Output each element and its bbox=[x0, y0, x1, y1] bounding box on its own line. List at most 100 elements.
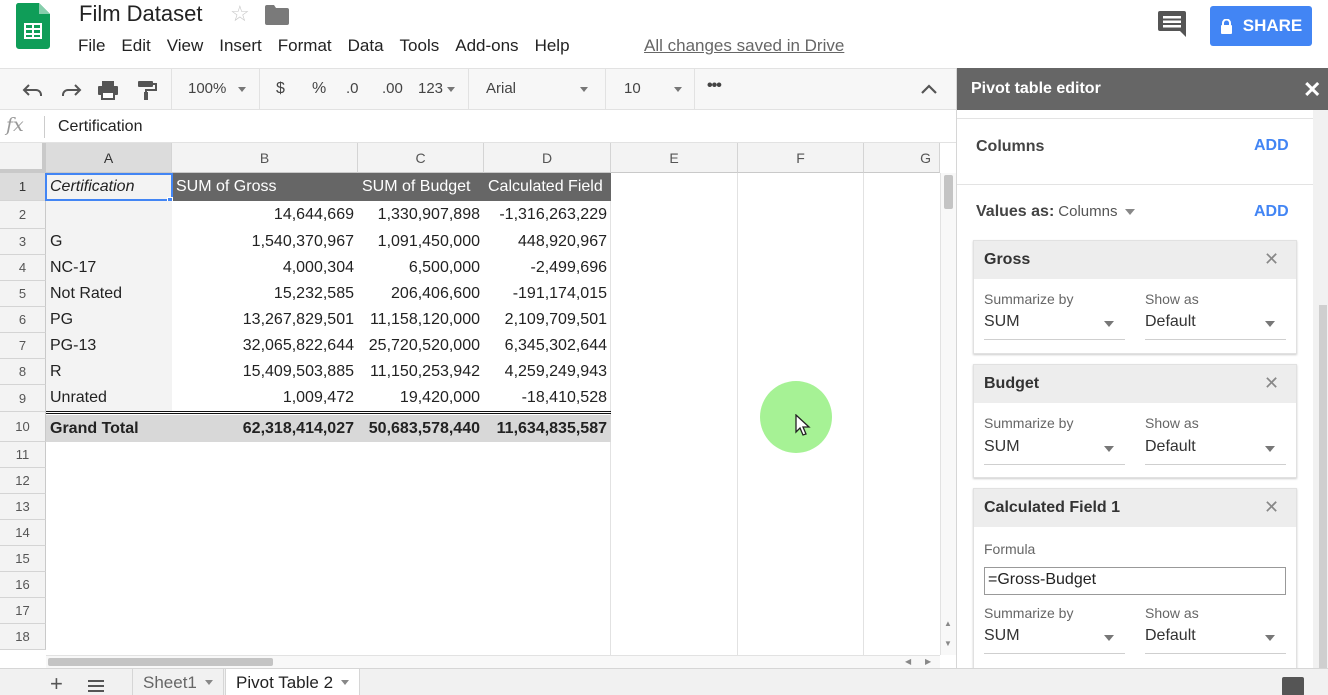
budget-cell[interactable]: 1,091,450,000 bbox=[358, 229, 484, 255]
save-status-link[interactable]: All changes saved in Drive bbox=[644, 36, 844, 56]
currency-format-button[interactable]: $ bbox=[276, 80, 285, 98]
show-as-select[interactable]: Default bbox=[1145, 438, 1196, 456]
menu-data[interactable]: Data bbox=[348, 36, 392, 56]
gross-cell[interactable]: 1,540,370,967 bbox=[172, 229, 358, 255]
calculated-cell[interactable]: 4,259,249,943 bbox=[484, 359, 611, 385]
formula-input[interactable]: Certification bbox=[58, 118, 142, 136]
menu-view[interactable]: View bbox=[167, 36, 212, 56]
menu-add-ons[interactable]: Add-ons bbox=[455, 36, 526, 56]
row-header-13[interactable]: 13 bbox=[0, 494, 46, 520]
column-header-f[interactable]: F bbox=[738, 143, 864, 173]
row-header-14[interactable]: 14 bbox=[0, 520, 46, 546]
row-header-6[interactable]: 6 bbox=[0, 307, 46, 333]
calculated-cell[interactable]: -2,499,696 bbox=[484, 255, 611, 281]
sheets-logo-icon[interactable] bbox=[16, 3, 50, 49]
close-icon[interactable]: ✕ bbox=[1264, 249, 1279, 270]
grand-total-gross[interactable]: 62,318,414,027 bbox=[172, 415, 358, 442]
undo-icon[interactable] bbox=[22, 79, 44, 101]
show-as-select[interactable]: Default bbox=[1145, 627, 1196, 645]
row-label-cell[interactable]: Not Rated bbox=[46, 281, 172, 307]
chevron-down-icon[interactable] bbox=[204, 680, 213, 685]
row-header-16[interactable]: 16 bbox=[0, 572, 46, 598]
calculated-cell[interactable]: -191,174,015 bbox=[484, 281, 611, 307]
column-header-g[interactable]: G bbox=[864, 143, 940, 173]
row-header-10[interactable]: 10 bbox=[0, 412, 46, 442]
column-header-c[interactable]: C bbox=[358, 143, 484, 173]
gross-cell[interactable]: 15,232,585 bbox=[172, 281, 358, 307]
scroll-right-icon[interactable]: ▶ bbox=[925, 657, 931, 666]
menu-edit[interactable]: Edit bbox=[121, 36, 158, 56]
column-header-b[interactable]: B bbox=[172, 143, 358, 173]
menu-insert[interactable]: Insert bbox=[219, 36, 270, 56]
menu-help[interactable]: Help bbox=[535, 36, 578, 56]
row-header-11[interactable]: 11 bbox=[0, 442, 46, 468]
print-icon[interactable] bbox=[97, 79, 119, 101]
calculated-cell[interactable]: 6,345,302,644 bbox=[484, 333, 611, 359]
pivot-header-calculated-field[interactable]: Calculated Field bbox=[484, 173, 611, 201]
pivot-header-sum-gross[interactable]: SUM of Gross bbox=[172, 173, 358, 201]
select-all-corner[interactable] bbox=[0, 143, 46, 173]
sheet-tab-sheet1[interactable]: Sheet1 bbox=[132, 669, 224, 695]
values-as-selector[interactable]: Values as: Columns bbox=[976, 203, 1136, 221]
percent-format-button[interactable]: % bbox=[312, 80, 326, 98]
row-header-18[interactable]: 18 bbox=[0, 624, 46, 650]
sheet-tab-pivot-table-2[interactable]: Pivot Table 2 bbox=[225, 669, 361, 695]
chevron-down-icon[interactable] bbox=[341, 680, 350, 685]
font-select[interactable]: Arial bbox=[486, 80, 516, 97]
budget-cell[interactable]: 25,720,520,000 bbox=[358, 333, 484, 359]
row-header-5[interactable]: 5 bbox=[0, 281, 46, 307]
row-header-7[interactable]: 7 bbox=[0, 333, 46, 359]
all-sheets-icon[interactable] bbox=[88, 680, 104, 692]
row-label-cell[interactable]: R bbox=[46, 359, 172, 385]
row-header-15[interactable]: 15 bbox=[0, 546, 46, 572]
explore-icon[interactable] bbox=[1282, 677, 1304, 695]
budget-cell[interactable]: 1,330,907,898 bbox=[358, 201, 484, 229]
row-header-17[interactable]: 17 bbox=[0, 598, 46, 624]
add-sheet-icon[interactable]: + bbox=[50, 671, 63, 695]
summarize-by-select[interactable]: SUM bbox=[984, 313, 1020, 331]
summarize-by-select[interactable]: SUM bbox=[984, 627, 1020, 645]
row-label-cell[interactable]: G bbox=[46, 229, 172, 255]
menu-tools[interactable]: Tools bbox=[400, 36, 448, 56]
star-icon[interactable]: ☆ bbox=[230, 1, 250, 27]
row-label-cell[interactable]: NC-17 bbox=[46, 255, 172, 281]
grand-total-budget[interactable]: 50,683,578,440 bbox=[358, 415, 484, 442]
show-as-select[interactable]: Default bbox=[1145, 313, 1196, 331]
row-label-cell[interactable]: Unrated bbox=[46, 385, 172, 411]
vertical-scrollbar[interactable]: ▲ ▼ bbox=[940, 173, 956, 655]
horizontal-scrollbar[interactable]: ◀ ▶ bbox=[46, 655, 940, 668]
calculated-cell[interactable]: 448,920,967 bbox=[484, 229, 611, 255]
row-label-cell[interactable] bbox=[46, 201, 172, 229]
horizontal-scroll-thumb[interactable] bbox=[48, 658, 273, 666]
row-header-2[interactable]: 2 bbox=[0, 201, 46, 229]
folder-icon[interactable] bbox=[265, 5, 289, 25]
budget-cell[interactable]: 6,500,000 bbox=[358, 255, 484, 281]
gross-cell[interactable]: 13,267,829,501 bbox=[172, 307, 358, 333]
more-icon[interactable]: ••• bbox=[707, 77, 722, 95]
close-icon[interactable]: ✕ bbox=[1264, 497, 1279, 518]
collapse-toolbar-icon[interactable] bbox=[918, 79, 940, 101]
vertical-scroll-thumb[interactable] bbox=[944, 175, 953, 209]
gross-cell[interactable]: 14,644,669 bbox=[172, 201, 358, 229]
increase-decimal-button[interactable]: .00 bbox=[382, 80, 403, 97]
grand-total-label[interactable]: Grand Total bbox=[46, 415, 172, 442]
add-column-button[interactable]: ADD bbox=[1254, 137, 1289, 155]
row-header-12[interactable]: 12 bbox=[0, 468, 46, 494]
pivot-editor-scrollbar[interactable] bbox=[1313, 110, 1328, 668]
share-button[interactable]: SHARE bbox=[1210, 6, 1312, 46]
calculated-cell[interactable]: -18,410,528 bbox=[484, 385, 611, 411]
paint-format-icon[interactable] bbox=[136, 79, 158, 101]
more-formats-button[interactable]: 123 bbox=[418, 80, 443, 97]
budget-cell[interactable]: 11,150,253,942 bbox=[358, 359, 484, 385]
scroll-down-icon[interactable]: ▼ bbox=[944, 639, 952, 648]
scroll-left-icon[interactable]: ◀ bbox=[905, 657, 911, 666]
font-size-select[interactable]: 10 bbox=[624, 80, 641, 97]
add-value-button[interactable]: ADD bbox=[1254, 203, 1289, 221]
pivot-header-sum-budget[interactable]: SUM of Budget bbox=[358, 173, 484, 201]
column-header-e[interactable]: E bbox=[611, 143, 738, 173]
scroll-up-icon[interactable]: ▲ bbox=[944, 619, 952, 628]
redo-icon[interactable] bbox=[60, 79, 82, 101]
decrease-decimal-button[interactable]: .0 bbox=[346, 80, 359, 97]
budget-cell[interactable]: 19,420,000 bbox=[358, 385, 484, 411]
row-header-1[interactable]: 1 bbox=[0, 173, 46, 201]
